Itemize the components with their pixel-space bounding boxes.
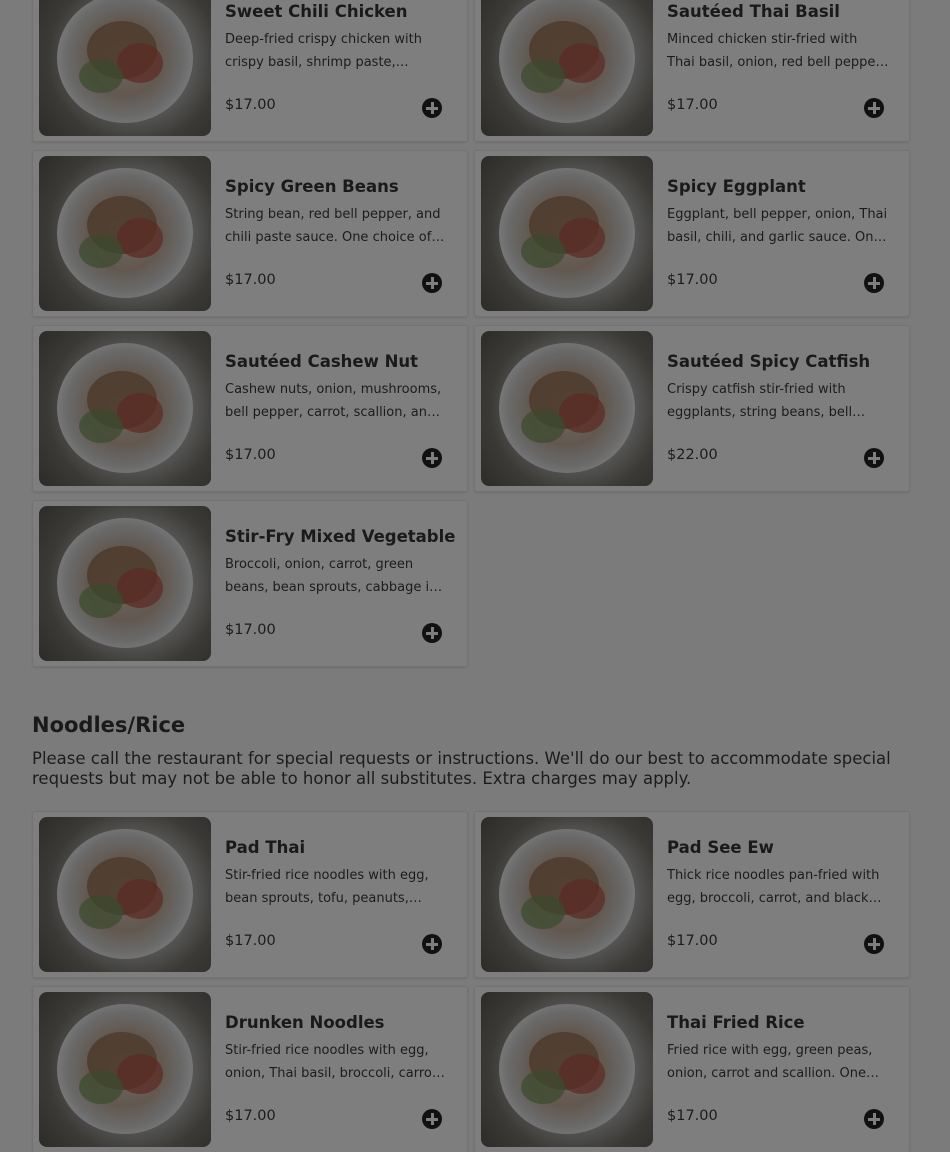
item-name: Sautéed Thai Basil: [667, 2, 840, 21]
plus-circle-icon[interactable]: [864, 98, 884, 118]
item-price: $17.00: [667, 97, 718, 113]
item-description: String bean, red bell pepper, and chili …: [225, 207, 441, 245]
dish-photo: [481, 156, 653, 311]
item-description: Minced chicken stir-fried with Thai basi…: [667, 32, 885, 70]
item-description: Stir-fried rice noodles with egg, bean s…: [225, 868, 429, 906]
item-name: Pad Thai: [225, 838, 306, 857]
plus-circle-icon[interactable]: [864, 934, 884, 954]
dish-photo: [481, 992, 653, 1147]
menu-item-card[interactable]: Thai Fried Rice Fried rice with egg, gre…: [475, 987, 909, 1152]
item-description: Broccoli, onion, carrot, green beans, be…: [225, 557, 438, 595]
menu-item-card[interactable]: Drunken Noodles Stir-fried rice noodles …: [33, 987, 467, 1152]
item-price: $17.00: [225, 447, 276, 463]
item-name: Sweet Chili Chicken: [225, 2, 408, 21]
menu-item-card[interactable]: Spicy Eggplant Eggplant, bell pepper, on…: [475, 151, 909, 316]
item-price: $17.00: [225, 933, 276, 949]
menu-item-card[interactable]: Sautéed Cashew Nut Cashew nuts, onion, m…: [33, 326, 467, 491]
item-price: $17.00: [667, 1108, 718, 1124]
item-price: $17.00: [225, 97, 276, 113]
menu-item-card[interactable]: Pad See Ew Thick rice noodles pan-fried …: [475, 812, 909, 977]
menu-item-card[interactable]: Stir-Fry Mixed Vegetables Broccoli, onio…: [33, 501, 467, 666]
dish-photo: [39, 506, 211, 661]
item-price: $17.00: [225, 622, 276, 638]
item-name: Sautéed Cashew Nut: [225, 352, 419, 371]
menu-item-card[interactable]: Sautéed Thai Basil Minced chicken stir-f…: [475, 0, 909, 141]
menu-item-card[interactable]: Sautéed Spicy Catfish Crispy catfish sti…: [475, 326, 909, 491]
item-name: Pad See Ew: [667, 838, 774, 857]
dish-photo: [481, 817, 653, 972]
plus-circle-icon[interactable]: [422, 1109, 442, 1129]
plus-circle-icon[interactable]: [422, 273, 442, 293]
plus-circle-icon[interactable]: [422, 623, 442, 643]
item-description: Thick rice noodles pan-fried with egg, b…: [667, 868, 880, 906]
plus-circle-icon[interactable]: [864, 1109, 884, 1129]
section-note: Please call the restaurant for special r…: [32, 749, 891, 788]
item-name: Spicy Eggplant: [667, 177, 806, 196]
plus-circle-icon[interactable]: [422, 448, 442, 468]
item-name: Drunken Noodles: [225, 1013, 385, 1032]
dish-photo: [39, 817, 211, 972]
item-name: Spicy Green Beans: [225, 177, 399, 196]
menu-item-card[interactable]: Sweet Chili Chicken Deep-fried crispy ch…: [33, 0, 467, 141]
item-name: Sautéed Spicy Catfish: [667, 352, 871, 371]
item-price: $22.00: [667, 447, 718, 463]
plus-circle-icon[interactable]: [422, 934, 442, 954]
menu-item-card[interactable]: Pad Thai Stir-fried rice noodles with eg…: [33, 812, 467, 977]
dish-photo: [39, 992, 211, 1147]
dish-photo: [39, 156, 211, 311]
item-name: Thai Fried Rice: [667, 1013, 805, 1032]
dish-photo: [481, 0, 653, 136]
item-description: Cashew nuts, onion, mushrooms, bell pepp…: [225, 382, 442, 420]
plus-circle-icon[interactable]: [864, 273, 884, 293]
item-description: Fried rice with egg, green peas, onion, …: [667, 1043, 873, 1081]
item-description: Stir-fried rice noodles with egg, onion,…: [225, 1043, 442, 1081]
dish-photo: [39, 331, 211, 486]
plus-circle-icon[interactable]: [422, 98, 442, 118]
plus-circle-icon[interactable]: [864, 448, 884, 468]
item-price: $17.00: [667, 272, 718, 288]
item-price: $17.00: [667, 933, 718, 949]
item-price: $17.00: [225, 1108, 276, 1124]
item-price: $17.00: [225, 272, 276, 288]
dish-photo: [481, 331, 653, 486]
item-description: Eggplant, bell pepper, onion, Thai basil…: [667, 207, 888, 245]
menu-item-card[interactable]: Spicy Green Beans String bean, red bell …: [33, 151, 467, 316]
section-title: Noodles/Rice: [32, 713, 186, 737]
dish-photo: [39, 0, 211, 136]
item-description: Deep-fried crispy chicken with crispy ba…: [225, 32, 422, 70]
item-description: Crispy catfish stir-fried with eggplants…: [667, 382, 853, 420]
item-name: Stir-Fry Mixed Vegetables: [225, 527, 455, 546]
